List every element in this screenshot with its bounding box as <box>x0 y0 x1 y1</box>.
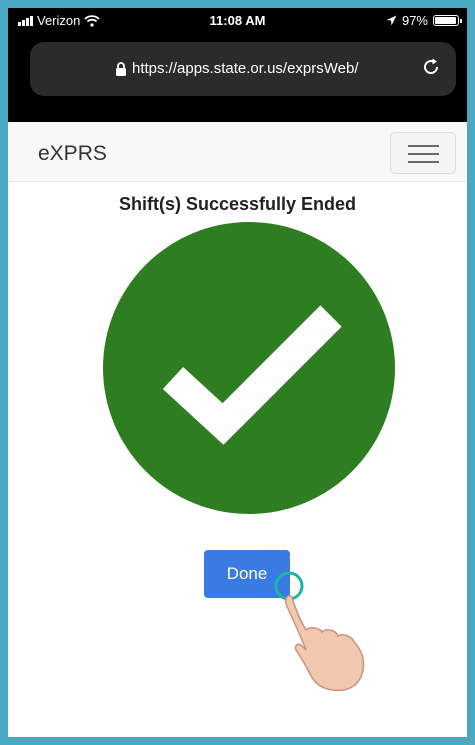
app-navbar: eXPRS <box>8 122 467 182</box>
pointing-hand-icon <box>274 571 365 692</box>
checkmark-circle-icon <box>103 222 395 514</box>
phone-frame: Verizon 11:08 AM 97% https://apps.state.… <box>0 0 475 745</box>
address-bar[interactable]: https://apps.state.or.us/exprsWeb/ <box>30 42 456 96</box>
brand-logo[interactable]: eXPRS <box>38 142 107 166</box>
battery-percent: 97% <box>401 13 428 28</box>
battery-icon <box>433 15 462 26</box>
url-text: https://apps.state.or.us/exprsWeb/ <box>132 60 359 77</box>
browser-toolbar: https://apps.state.or.us/exprsWeb/ <box>8 34 467 122</box>
lock-icon <box>116 62 126 76</box>
reload-icon[interactable] <box>420 56 442 78</box>
location-arrow-icon <box>386 15 397 26</box>
status-right: 97% <box>386 13 462 28</box>
page-title: Shift(s) Successfully Ended <box>118 194 357 214</box>
status-bar: Verizon 11:08 AM 97% <box>8 8 467 34</box>
hamburger-menu-icon[interactable] <box>390 132 456 174</box>
